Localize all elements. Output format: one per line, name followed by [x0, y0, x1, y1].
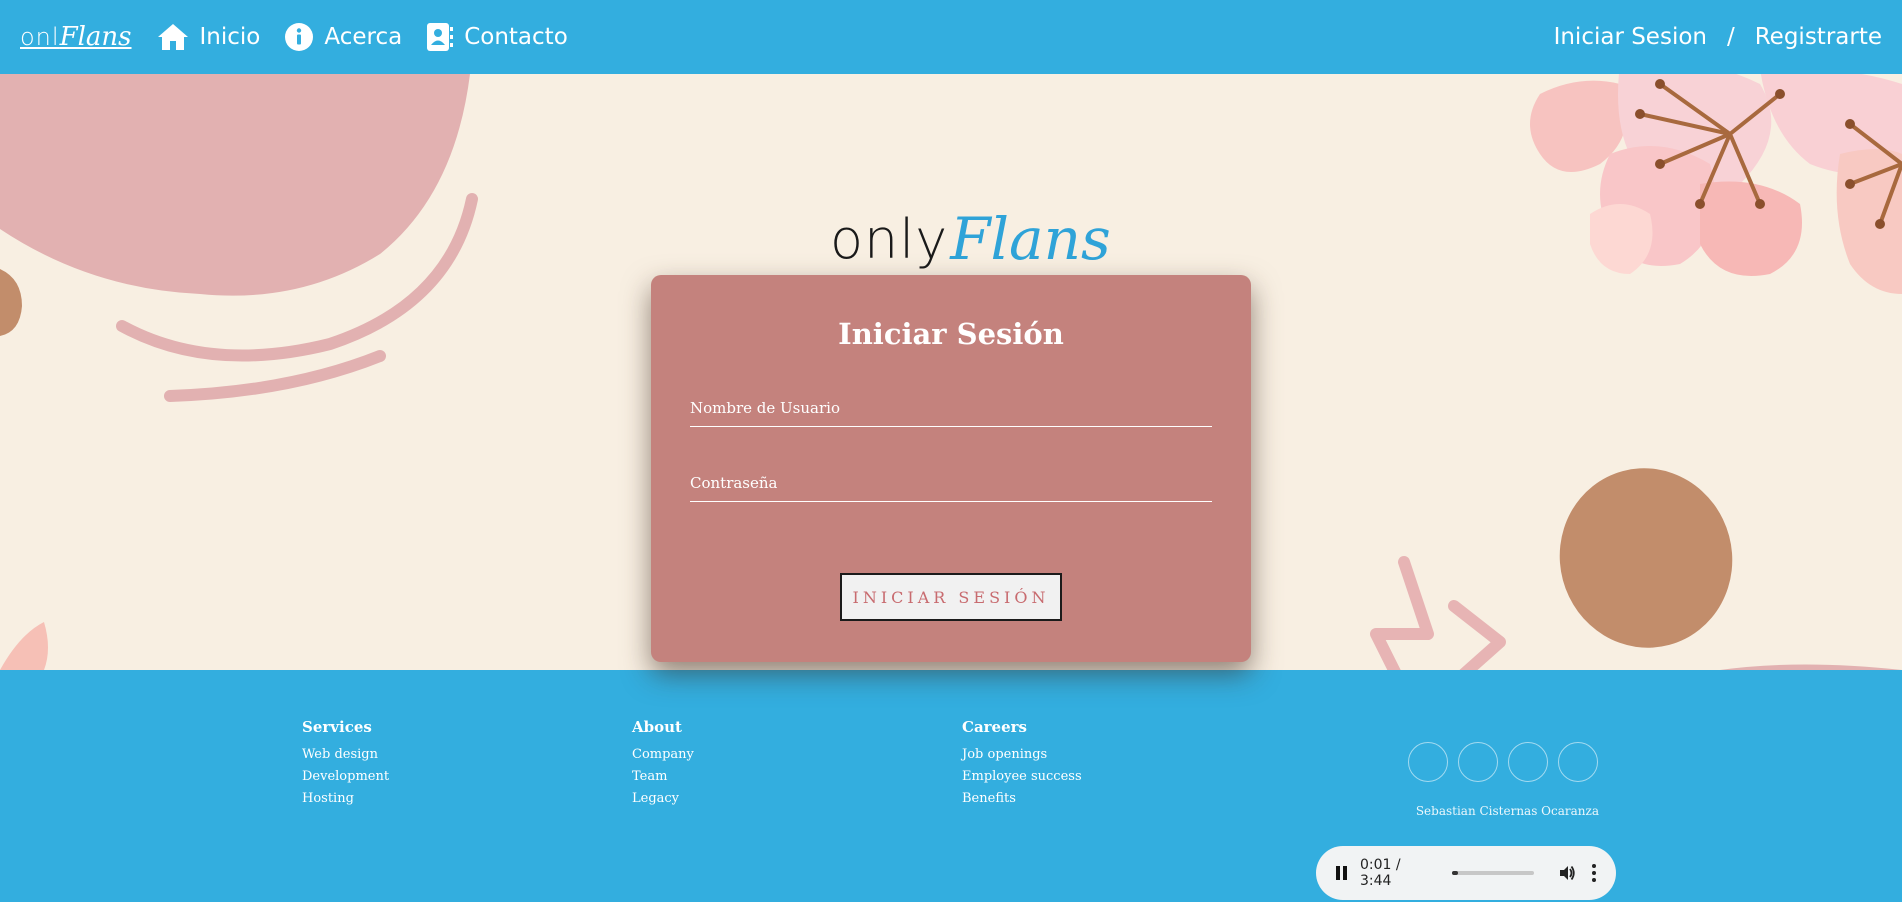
- social-icon-2[interactable]: [1458, 742, 1498, 782]
- nav-item-contacto-label: Contacto: [464, 24, 568, 50]
- footer-column-services: Services Web design Development Hosting: [302, 718, 389, 810]
- footer-link-team[interactable]: Team: [632, 769, 667, 784]
- footer-link-company[interactable]: Company: [632, 747, 694, 762]
- footer-link-job-openings[interactable]: Job openings: [962, 747, 1047, 762]
- audio-player: 0:01 / 3:44: [1316, 846, 1616, 900]
- contact-book-icon: [427, 23, 454, 51]
- login-link[interactable]: Iniciar Sesion: [1554, 24, 1707, 50]
- nav-item-contacto[interactable]: Contacto: [426, 22, 568, 52]
- footer-heading-about: About: [632, 718, 682, 736]
- brand-flans-text: Flans: [59, 22, 132, 52]
- brand-logo-link[interactable]: onl Flans: [20, 22, 132, 52]
- audio-progress-fill: [1452, 871, 1459, 875]
- site-footer: Services Web design Development Hosting …: [0, 670, 1902, 902]
- footer-heading-careers: Careers: [962, 718, 1027, 736]
- social-icon-3[interactable]: [1508, 742, 1548, 782]
- login-submit-button[interactable]: INICIAR SESIÓN: [840, 573, 1062, 621]
- nav-item-acerca[interactable]: Acerca: [284, 22, 402, 52]
- brand-only-text: onl: [20, 23, 60, 51]
- footer-link-benefits[interactable]: Benefits: [962, 791, 1016, 806]
- footer-column-careers: Careers Job openings Employee success Be…: [962, 718, 1082, 810]
- footer-heading-services: Services: [302, 718, 372, 736]
- footer-credit: Sebastian Cisternas Ocaranza: [1415, 804, 1599, 818]
- nav-item-inicio[interactable]: Inicio: [156, 22, 261, 52]
- info-icon: [285, 23, 314, 51]
- logo-flans-text: Flans: [950, 205, 1111, 273]
- top-navbar: onl Flans Inicio Acerca Contacto Iniciar…: [0, 0, 1902, 74]
- footer-link-hosting[interactable]: Hosting: [302, 791, 354, 806]
- pause-icon[interactable]: [1336, 866, 1348, 880]
- username-label: Nombre de Usuario: [690, 399, 840, 417]
- nav-separator: /: [1726, 24, 1735, 50]
- nav-left-group: onl Flans Inicio Acerca Contacto: [20, 22, 568, 52]
- footer-link-legacy[interactable]: Legacy: [632, 791, 679, 806]
- register-link[interactable]: Registrarte: [1755, 24, 1882, 50]
- login-title: Iniciar Sesión: [838, 317, 1064, 351]
- footer-column-about: About Company Team Legacy: [632, 718, 694, 810]
- social-icon-4[interactable]: [1558, 742, 1598, 782]
- footer-link-employee-success[interactable]: Employee success: [962, 769, 1082, 784]
- more-options-icon[interactable]: [1592, 864, 1597, 882]
- footer-link-web-design[interactable]: Web design: [302, 747, 378, 762]
- login-card: Iniciar Sesión Nombre de Usuario Contras…: [651, 275, 1251, 662]
- password-label: Contraseña: [690, 474, 778, 492]
- logo-only-text: only: [830, 207, 949, 271]
- nav-item-acerca-label: Acerca: [324, 24, 403, 50]
- username-field[interactable]: Nombre de Usuario: [690, 393, 1212, 427]
- audio-time: 0:01 / 3:44: [1359, 857, 1401, 889]
- home-icon: [157, 24, 188, 50]
- nav-item-inicio-label: Inicio: [199, 24, 261, 50]
- onlyflans-logo: only Flans: [826, 204, 1111, 274]
- social-icon-1[interactable]: [1408, 742, 1448, 782]
- footer-link-development[interactable]: Development: [302, 769, 389, 784]
- password-field[interactable]: Contraseña: [690, 468, 1212, 502]
- audio-progress-slider[interactable]: [1452, 871, 1535, 875]
- nav-right-group: Iniciar Sesion / Registrarte: [1554, 24, 1882, 50]
- social-links: [1408, 742, 1598, 782]
- volume-icon[interactable]: [1558, 864, 1576, 882]
